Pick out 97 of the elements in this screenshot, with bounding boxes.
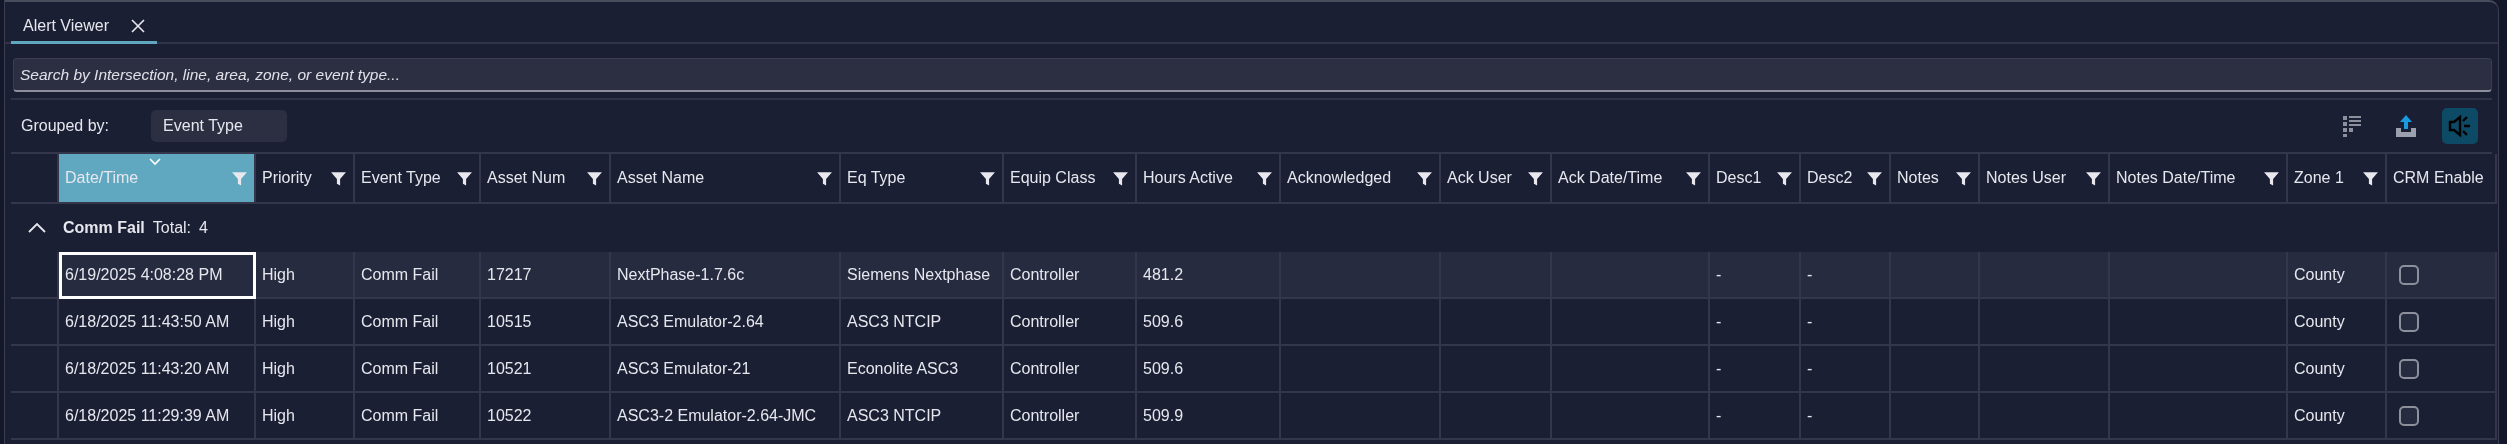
table-cell: 6/18/2025 11:29:39 AM <box>59 393 256 440</box>
row-header-cell <box>11 346 59 393</box>
table-cell: Comm Fail <box>355 393 481 440</box>
table-cell: 17217 <box>481 252 611 299</box>
table-cell: High <box>256 393 355 440</box>
search-field[interactable]: Search by Intersection, line, area, zone, or event type... <box>13 58 2492 92</box>
table-cell: 10522 <box>481 393 611 440</box>
table-cell: 6/19/2025 4:08:28 PM <box>59 252 256 299</box>
table-cell: 10521 <box>481 346 611 393</box>
filter-icon[interactable] <box>456 169 473 187</box>
table-cell: - <box>1801 299 1891 346</box>
table-cell: ASC3 NTCIP <box>841 299 1004 346</box>
checkbox[interactable] <box>2399 311 2419 332</box>
table-cell: Comm Fail <box>355 252 481 299</box>
column-header[interactable]: Priority <box>256 154 355 204</box>
checkbox[interactable] <box>2399 358 2419 379</box>
table-cell: 509.6 <box>1137 346 1281 393</box>
filter-icon[interactable] <box>1112 169 1129 187</box>
table-cell: - <box>1710 252 1801 299</box>
table-cell: 481.2 <box>1137 252 1281 299</box>
checkbox[interactable] <box>2399 405 2419 426</box>
table-cell: County <box>2288 393 2387 440</box>
table-cell: County <box>2288 252 2387 299</box>
table-cell: ASC3 NTCIP <box>841 393 1004 440</box>
column-header[interactable]: Event Type <box>355 154 481 204</box>
table-cell: Controller <box>1004 252 1137 299</box>
table-cell: Controller <box>1004 393 1137 440</box>
column-header[interactable]: Notes User <box>1980 154 2110 204</box>
table-cell: Controller <box>1004 299 1137 346</box>
filter-icon[interactable] <box>1685 169 1702 187</box>
column-header[interactable]: Asset Num <box>481 154 611 204</box>
table-cell: County <box>2288 299 2387 346</box>
row-header-cell <box>11 393 59 440</box>
row-header-cell <box>11 299 59 346</box>
filter-icon[interactable] <box>2362 169 2379 187</box>
column-chooser-icon <box>2340 114 2364 138</box>
table-cell: - <box>1710 346 1801 393</box>
upload-icon <box>2394 114 2418 138</box>
filter-icon[interactable] <box>1955 169 1972 187</box>
table-cell: Econolite ASC3 <box>841 346 1004 393</box>
table-cell: High <box>256 252 355 299</box>
filter-icon[interactable] <box>2085 169 2102 187</box>
collapse-icon[interactable] <box>27 221 47 235</box>
table-cell: - <box>1801 346 1891 393</box>
column-header[interactable]: CRM Enable <box>2387 154 2497 204</box>
column-header[interactable]: Desc1 <box>1710 154 1801 204</box>
table-cell: - <box>1710 299 1801 346</box>
table-cell: 6/18/2025 11:43:50 AM <box>59 299 256 346</box>
table-cell: High <box>256 346 355 393</box>
table-cell: NextPhase-1.7.6c <box>611 252 841 299</box>
grouped-by-label: Grouped by: <box>21 117 110 135</box>
table-cell: High <box>256 299 355 346</box>
filter-icon[interactable] <box>979 169 996 187</box>
table-cell: Comm Fail <box>355 346 481 393</box>
column-header[interactable]: Ack Date/Time <box>1552 154 1710 204</box>
column-header[interactable]: Ack User <box>1441 154 1552 204</box>
column-header[interactable]: Asset Name <box>611 154 841 204</box>
column-header[interactable]: Hours Active <box>1137 154 1281 204</box>
tab[interactable]: Alert Viewer <box>11 17 157 44</box>
column-header[interactable]: Desc2 <box>1801 154 1891 204</box>
table-cell: Siemens Nextphase <box>841 252 1004 299</box>
table-cell: 10515 <box>481 299 611 346</box>
filter-icon[interactable] <box>1866 169 1883 187</box>
sort-caret-icon <box>149 158 161 166</box>
column-header[interactable]: Equip Class <box>1004 154 1137 204</box>
table-cell: Controller <box>1004 346 1137 393</box>
table-cell: - <box>1801 252 1891 299</box>
speaker-icon <box>2448 114 2472 138</box>
table-cell: 509.6 <box>1137 299 1281 346</box>
table-cell: 509.9 <box>1137 393 1281 440</box>
checkbox[interactable] <box>2399 264 2419 285</box>
table-cell: ASC3 Emulator-2.64 <box>611 299 841 346</box>
column-header[interactable]: Notes Date/Time <box>2110 154 2288 204</box>
column-header[interactable]: Eq Type <box>841 154 1004 204</box>
table-cell: Comm Fail <box>355 299 481 346</box>
filter-icon[interactable] <box>816 169 833 187</box>
filter-icon[interactable] <box>330 169 347 187</box>
filter-icon[interactable] <box>2263 169 2280 187</box>
table-cell: - <box>1801 393 1891 440</box>
filter-icon[interactable] <box>586 169 603 187</box>
table-cell: ASC3-2 Emulator-2.64-JMC <box>611 393 841 440</box>
filter-icon[interactable] <box>1256 169 1273 187</box>
group-chip[interactable]: Event Type <box>151 110 288 142</box>
table-cell: County <box>2288 346 2387 393</box>
filter-icon[interactable] <box>1776 169 1793 187</box>
table-cell: - <box>1710 393 1801 440</box>
group-total-label: Total: <box>152 219 192 237</box>
column-header[interactable]: Acknowledged <box>1281 154 1441 204</box>
column-header[interactable]: Notes <box>1891 154 1980 204</box>
column-header[interactable]: Zone 1 <box>2288 154 2387 204</box>
filter-icon[interactable] <box>1416 169 1433 187</box>
close-icon[interactable] <box>130 19 145 33</box>
group-count: 4 <box>199 219 208 237</box>
table-cell: 6/18/2025 11:43:20 AM <box>59 346 256 393</box>
filter-icon[interactable] <box>1527 169 1544 187</box>
table-cell: ASC3 Emulator-21 <box>611 346 841 393</box>
group-name: Comm Fail <box>63 219 145 237</box>
